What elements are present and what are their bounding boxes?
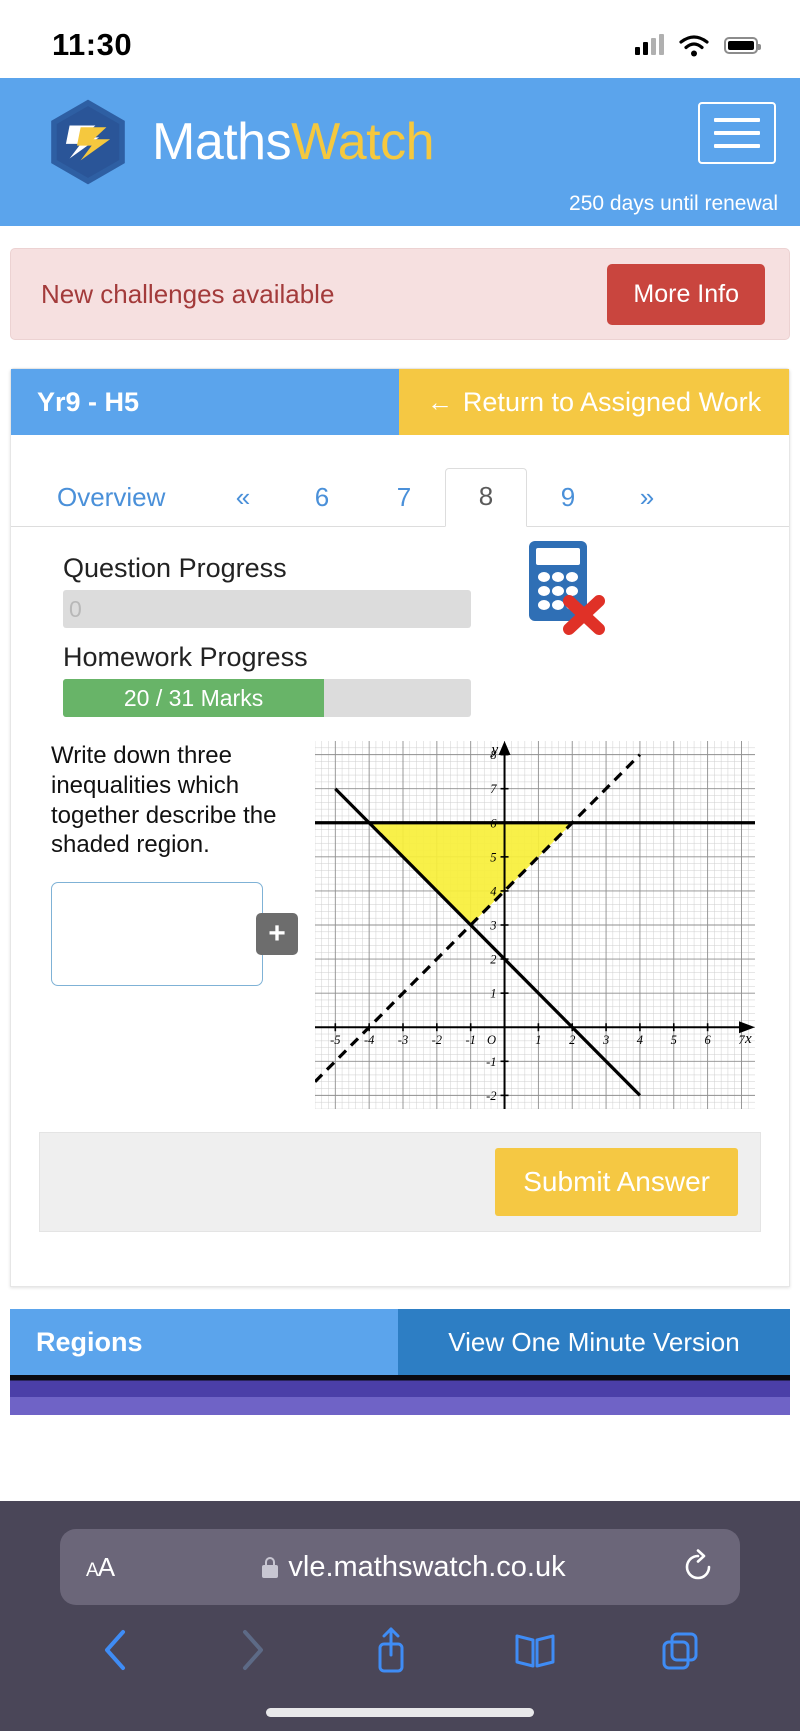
svg-text:-4: -4: [364, 1033, 374, 1047]
forward-chevron-icon[interactable]: [235, 1626, 269, 1674]
tab-question-9[interactable]: 9: [527, 470, 609, 527]
svg-text:x: x: [744, 1031, 752, 1047]
question-card-container: Yr9 - H5 ← Return to Assigned Work Overv…: [0, 340, 800, 1287]
tab-question-7[interactable]: 7: [363, 470, 445, 527]
svg-text:1: 1: [535, 1033, 541, 1047]
regions-container: Regions View One Minute Version: [0, 1287, 800, 1375]
brand-first: Maths: [152, 113, 292, 171]
svg-text:5: 5: [671, 1033, 677, 1047]
submit-bar: Submit Answer: [39, 1132, 761, 1232]
question-progress-value: 0: [69, 595, 82, 622]
svg-text:4: 4: [637, 1033, 643, 1047]
brand-second: Watch: [291, 113, 435, 171]
safari-nav-row: [0, 1605, 800, 1675]
svg-text:-3: -3: [398, 1033, 408, 1047]
home-indicator: [266, 1708, 534, 1717]
alert-message: New challenges available: [41, 278, 335, 309]
svg-text:2: 2: [569, 1033, 575, 1047]
svg-text:-1: -1: [465, 1033, 475, 1047]
svg-text:-2: -2: [486, 1089, 496, 1103]
svg-text:-2: -2: [432, 1033, 442, 1047]
renewal-notice: 250 days until renewal: [569, 192, 778, 215]
svg-text:2: 2: [490, 953, 496, 967]
svg-text:6: 6: [490, 816, 497, 830]
question-area: Write down three inequalities which toge…: [11, 731, 789, 1114]
question-tabs: Overview « 6 7 8 9 »: [11, 435, 789, 527]
homework-progress-label: Homework Progress: [63, 642, 308, 672]
graph-svg: -5 -4 -3 -2 -1 O 1 2 3 4 5 6 7-2-112345678yx: [313, 741, 755, 1110]
svg-text:3: 3: [602, 1033, 609, 1047]
tab-question-8[interactable]: 8: [445, 468, 527, 527]
return-label: Return to Assigned Work: [462, 386, 762, 417]
card-top-bar: Yr9 - H5 ← Return to Assigned Work: [11, 369, 789, 435]
arrow-left-icon: ←: [426, 387, 453, 417]
tab-prev-page[interactable]: «: [205, 470, 281, 527]
svg-text:-5: -5: [330, 1033, 340, 1047]
wifi-icon: [679, 34, 709, 56]
text-size-button[interactable]: AAAA: [86, 1552, 115, 1583]
homework-progress-bar: 20 / 31 Marks: [63, 679, 471, 717]
more-info-button[interactable]: More Info: [607, 263, 765, 325]
svg-text:3: 3: [489, 919, 496, 933]
svg-text:O: O: [487, 1033, 496, 1047]
address-bar[interactable]: AAAA vle.mathswatch.co.uk: [60, 1529, 740, 1605]
homework-progress-value: 20 / 31 Marks: [63, 679, 325, 717]
inequality-graph: -5 -4 -3 -2 -1 O 1 2 3 4 5 6 7 -2 -1 1 2 3 4 5 6 7 8 y x: [301, 741, 789, 1114]
view-one-minute-version-button[interactable]: View One Minute Version: [398, 1309, 790, 1375]
return-to-assigned-work-button[interactable]: ← Return to Assigned Work: [399, 369, 789, 435]
cellular-signal-icon: [635, 34, 664, 55]
card-bottom-spacer: [11, 1232, 789, 1286]
svg-text:6: 6: [704, 1033, 711, 1047]
svg-text:7: 7: [490, 782, 497, 796]
assignment-title: Yr9 - H5: [11, 369, 399, 435]
reload-icon[interactable]: [682, 1549, 714, 1585]
alert-container: New challenges available More Info: [0, 226, 800, 340]
hamburger-menu-icon[interactable]: [698, 102, 776, 164]
question-left-column: Write down three inequalities which toge…: [51, 741, 298, 1114]
brand-block: MathsWatch: [42, 96, 435, 188]
url-text: vle.mathswatch.co.uk: [288, 1550, 566, 1583]
brand-title: MathsWatch: [152, 113, 435, 171]
submit-answer-button[interactable]: Submit Answer: [495, 1148, 738, 1216]
progress-panel: Question Progress 0 Homework Progress 20…: [11, 527, 789, 717]
mathswatch-logo-icon: [51, 99, 125, 185]
status-time: 11:30: [52, 27, 133, 62]
battery-icon: [724, 36, 761, 54]
question-card: Yr9 - H5 ← Return to Assigned Work Overv…: [10, 368, 790, 1287]
add-answer-line-button[interactable]: +: [256, 913, 298, 955]
back-chevron-icon[interactable]: [99, 1626, 133, 1674]
challenges-alert: New challenges available More Info: [10, 248, 790, 340]
question-text: Write down three inequalities which toge…: [51, 742, 277, 859]
video-preview-strip[interactable]: [10, 1375, 790, 1415]
tabs-icon[interactable]: [659, 1628, 701, 1672]
bookmarks-book-icon[interactable]: [513, 1628, 557, 1672]
svg-text:4: 4: [490, 884, 496, 898]
svg-text:-1: -1: [486, 1055, 496, 1069]
answer-input[interactable]: +: [51, 882, 298, 986]
tab-overview[interactable]: Overview: [35, 470, 205, 527]
calculator-not-allowed-icon: [529, 541, 605, 635]
regions-bar: Regions View One Minute Version: [10, 1309, 790, 1375]
share-icon[interactable]: [371, 1625, 411, 1675]
svg-text:1: 1: [490, 987, 496, 1001]
app-header: MathsWatch 250 days until renewal: [0, 78, 800, 226]
url-display: vle.mathswatch.co.uk: [114, 1551, 714, 1584]
tab-next-page[interactable]: »: [609, 470, 685, 527]
regions-title: Regions: [10, 1309, 398, 1375]
tab-question-6[interactable]: 6: [281, 470, 363, 527]
safari-toolbar: AAAA vle.mathswatch.co.uk: [0, 1501, 800, 1731]
status-icon-group: [635, 34, 761, 57]
svg-text:y: y: [490, 742, 499, 758]
lock-icon: [262, 1556, 279, 1578]
svg-text:5: 5: [490, 850, 496, 864]
app-page: 11:30 MathsWatch 250 days until renewal …: [0, 0, 800, 1731]
question-progress-label: Question Progress: [63, 553, 287, 583]
question-progress-bar: 0: [63, 590, 471, 628]
ios-status-bar: 11:30: [0, 0, 800, 78]
